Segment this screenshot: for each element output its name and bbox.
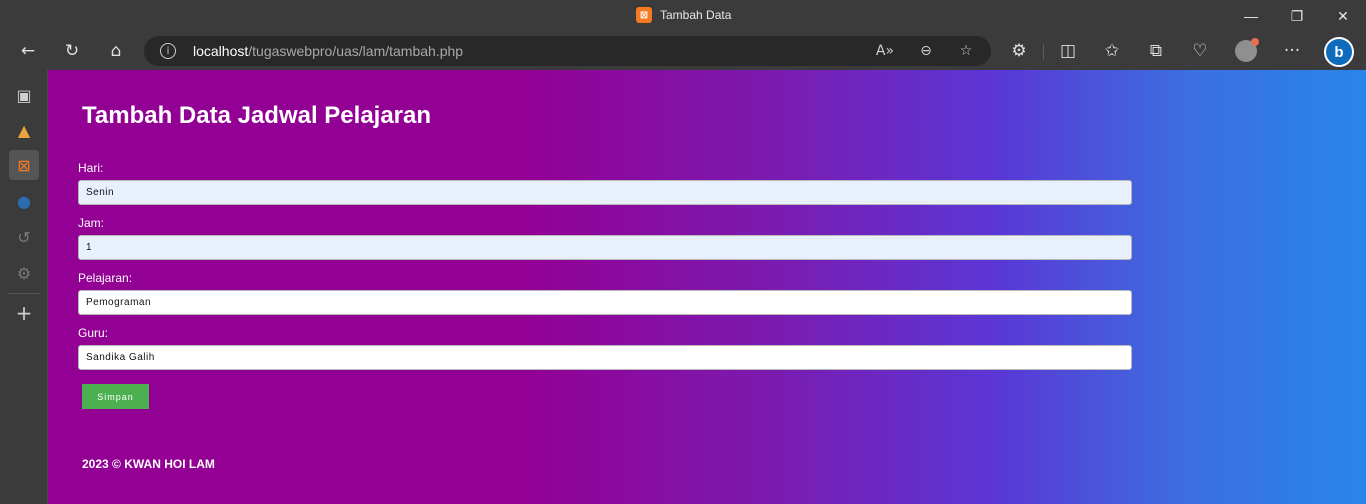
refresh-icon[interactable]: ↻ xyxy=(57,36,87,66)
close-button[interactable]: ✕ xyxy=(1320,0,1366,32)
footer-copyright: 2023 © KWAN HOI LAM xyxy=(82,457,215,471)
favorites-icon[interactable]: ✩ xyxy=(1097,36,1127,66)
pelajaran-input[interactable]: Pemograman xyxy=(78,290,1132,315)
tab-actions-icon[interactable]: ▣ xyxy=(9,80,39,110)
guru-input[interactable]: Sandika Galih xyxy=(78,345,1132,370)
favorite-star-icon[interactable]: ☆ xyxy=(955,40,977,62)
toolbar-divider xyxy=(1043,44,1044,60)
history-icon[interactable]: ↺ xyxy=(9,222,39,252)
add-icon[interactable]: + xyxy=(9,298,39,328)
simpan-button[interactable]: Simpan xyxy=(82,384,149,409)
page-title: Tambah Data Jadwal Pelajaran xyxy=(82,102,432,129)
url-text[interactable]: localhost/tugaswebpro/uas/lam/tambah.php xyxy=(193,43,463,59)
sidebar: ▣ ▲ ⊠ ● ↺ ⚙ + xyxy=(0,70,48,504)
sidebar-app-icon[interactable]: ▲ xyxy=(9,115,39,145)
browser-essentials-icon[interactable]: ♡ xyxy=(1185,36,1215,66)
jam-label: Jam: xyxy=(78,216,105,230)
settings-icon[interactable]: ⚙ xyxy=(9,258,39,288)
zoom-icon[interactable]: ⊖ xyxy=(915,40,937,62)
guru-label: Guru: xyxy=(78,326,109,340)
browser-toolbar: ← ↻ ⌂ i localhost/tugaswebpro/uas/lam/ta… xyxy=(0,32,1366,70)
page-content: Tambah Data Jadwal Pelajaran Hari: Senin… xyxy=(48,70,1366,504)
hari-label: Hari: xyxy=(78,161,104,175)
read-aloud-icon[interactable]: A» xyxy=(874,40,896,62)
extensions-icon[interactable]: ⚙ xyxy=(1004,36,1034,66)
site-info-icon[interactable]: i xyxy=(160,43,176,59)
home-icon[interactable]: ⌂ xyxy=(101,36,131,66)
sidebar-divider xyxy=(8,293,40,294)
more-menu-icon[interactable]: ··· xyxy=(1277,36,1307,66)
title-bar: ⊠ Tambah Data — ❐ ✕ xyxy=(0,0,1366,32)
back-icon[interactable]: ← xyxy=(13,36,43,66)
url-path: /tugaswebpro/uas/lam/tambah.php xyxy=(248,43,464,59)
split-screen-icon[interactable]: ◫ xyxy=(1053,36,1083,66)
window-title-text: Tambah Data xyxy=(660,8,732,22)
maximize-button[interactable]: ❐ xyxy=(1274,0,1320,32)
minimize-button[interactable]: — xyxy=(1228,0,1274,32)
url-host: localhost xyxy=(193,43,249,59)
hari-input[interactable]: Senin xyxy=(78,180,1132,205)
collections-icon[interactable]: ⧉ xyxy=(1141,36,1171,66)
sidebar-app-icon[interactable]: ● xyxy=(9,186,39,216)
profile-avatar[interactable] xyxy=(1235,38,1259,62)
address-bar[interactable]: i localhost/tugaswebpro/uas/lam/tambah.p… xyxy=(144,36,991,66)
bing-copilot-button[interactable]: b xyxy=(1324,37,1354,67)
xampp-icon: ⊠ xyxy=(636,7,652,23)
window-title: ⊠ Tambah Data xyxy=(636,7,731,23)
pelajaran-label: Pelajaran: xyxy=(78,271,133,285)
xampp-tab-icon[interactable]: ⊠ xyxy=(9,150,39,180)
jam-input[interactable]: 1 xyxy=(78,235,1132,260)
